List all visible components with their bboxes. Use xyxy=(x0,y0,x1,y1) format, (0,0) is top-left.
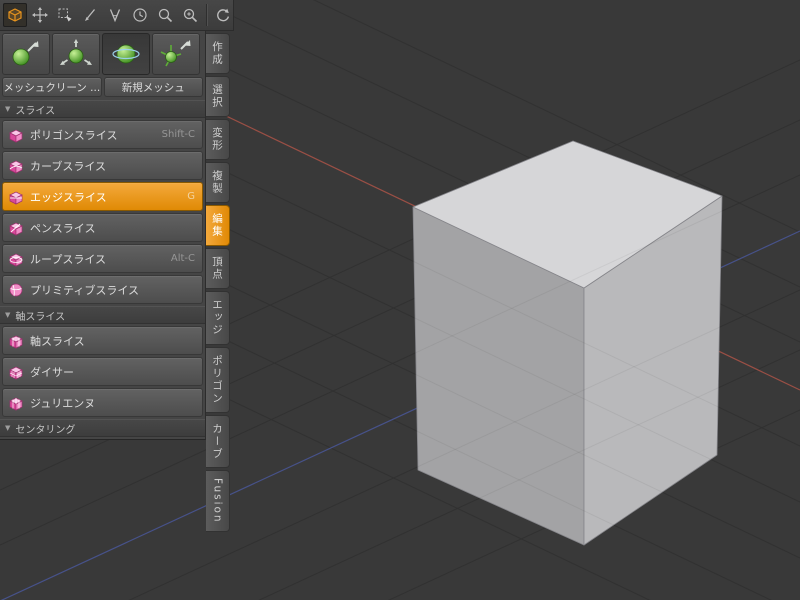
section-title: センタリング xyxy=(15,424,76,436)
tool-item-axis-slice[interactable]: 軸スライス xyxy=(2,326,203,355)
tool-item-pen-slice[interactable]: ペンスライス xyxy=(2,213,203,242)
tool-item-label: ダイサー xyxy=(30,365,74,379)
tool-item-label: ジュリエンヌ xyxy=(30,396,96,410)
tab-edit[interactable]: 編集 xyxy=(206,205,230,246)
polygon-slice-icon xyxy=(8,127,24,143)
move-falloff-tool-icon[interactable] xyxy=(2,33,50,75)
tool-item-primitive-slice[interactable]: プリミティブスライス xyxy=(2,275,203,304)
tool-item-curve-slice[interactable]: カーブスライス xyxy=(2,151,203,180)
tab-curve[interactable]: カーブ xyxy=(206,414,230,468)
dicer-icon xyxy=(8,364,24,380)
clock-icon[interactable] xyxy=(128,3,152,27)
primitive-slice-icon xyxy=(8,282,24,298)
select-tool-icon[interactable] xyxy=(53,3,77,27)
zoom-region-icon[interactable] xyxy=(178,3,202,27)
mesh-cleanup-button[interactable]: メッシュクリーン ... xyxy=(2,77,102,97)
tool-item-label: ループスライス xyxy=(30,252,107,266)
julienne-icon xyxy=(8,395,24,411)
move-tool-icon[interactable] xyxy=(28,3,52,27)
collapse-triangle-icon: ▼ xyxy=(5,105,11,113)
top-toolbar xyxy=(0,0,234,31)
tab-create[interactable]: 作成 xyxy=(206,33,230,74)
angle-tool-icon[interactable] xyxy=(103,3,127,27)
tab-duplicate[interactable]: 複製 xyxy=(206,162,230,203)
sphere-falloff-tool-icon[interactable] xyxy=(102,33,150,75)
shortcut-label: G xyxy=(187,191,195,202)
pen-slice-icon xyxy=(8,220,24,236)
tab-polygon[interactable]: ポリゴン xyxy=(206,346,230,413)
tool-item-label: カーブスライス xyxy=(30,159,107,173)
tool-item-label: エッジスライス xyxy=(30,190,107,204)
tool-item-dicer[interactable]: ダイサー xyxy=(2,357,203,386)
section-header-centering[interactable]: ▼ センタリング xyxy=(0,419,205,437)
curve-slice-icon xyxy=(8,158,24,174)
mesh-buttons: メッシュクリーン ... 新規メッシュ xyxy=(2,77,203,97)
tab-deform[interactable]: 変形 xyxy=(206,119,230,160)
magnifier-icon[interactable] xyxy=(153,3,177,27)
tool-item-label: プリミティブスライス xyxy=(30,283,140,297)
tab-select[interactable]: 選択 xyxy=(206,76,230,117)
tool-panel: メッシュクリーン ... 新規メッシュ ▼ スライス ポリゴンスライス Shif… xyxy=(0,31,206,440)
tool-item-julienne[interactable]: ジュリエンヌ xyxy=(2,388,203,417)
tool-palette xyxy=(2,33,203,75)
tab-edge[interactable]: エッジ xyxy=(206,291,230,345)
axis-drag-tool-icon[interactable] xyxy=(52,33,100,75)
push-tool-icon[interactable] xyxy=(152,33,200,75)
tool-item-edge-slice[interactable]: エッジスライス G xyxy=(2,182,203,211)
tool-item-label: ペンスライス xyxy=(30,221,96,235)
collapse-triangle-icon: ▼ xyxy=(5,424,11,432)
tool-item-loop-slice[interactable]: ループスライス Alt-C xyxy=(2,244,203,273)
shortcut-label: Shift-C xyxy=(161,129,195,140)
tab-fusion[interactable]: Fusion xyxy=(206,470,230,532)
section-title: スライス xyxy=(15,105,56,117)
tool-item-label: 軸スライス xyxy=(30,334,85,348)
collapse-triangle-icon: ▼ xyxy=(5,311,11,319)
section-header-slice[interactable]: ▼ スライス xyxy=(0,100,205,118)
mode-tab-strip: 作成 選択 変形 複製 編集 頂点 エッジ ポリゴン カーブ Fusion xyxy=(206,33,234,532)
toolbar-separator xyxy=(206,4,207,26)
loop-slice-icon xyxy=(8,251,24,267)
modeling-app-window: メッシュクリーン ... 新規メッシュ ▼ スライス ポリゴンスライス Shif… xyxy=(0,0,800,600)
edge-slice-icon xyxy=(8,189,24,205)
sync-icon[interactable] xyxy=(211,3,235,27)
shortcut-label: Alt-C xyxy=(170,253,195,264)
section-title: 軸スライス xyxy=(15,311,66,323)
tab-vertex[interactable]: 頂点 xyxy=(206,248,230,289)
new-mesh-button[interactable]: 新規メッシュ xyxy=(103,77,203,97)
axis-slice-icon xyxy=(8,333,24,349)
tool-item-polygon-slice[interactable]: ポリゴンスライス Shift-C xyxy=(2,120,203,149)
pen-tool-icon[interactable] xyxy=(78,3,102,27)
item-mode-cube-icon[interactable] xyxy=(3,3,27,27)
section-header-axis-slice[interactable]: ▼ 軸スライス xyxy=(0,306,205,324)
tool-item-label: ポリゴンスライス xyxy=(30,128,118,142)
